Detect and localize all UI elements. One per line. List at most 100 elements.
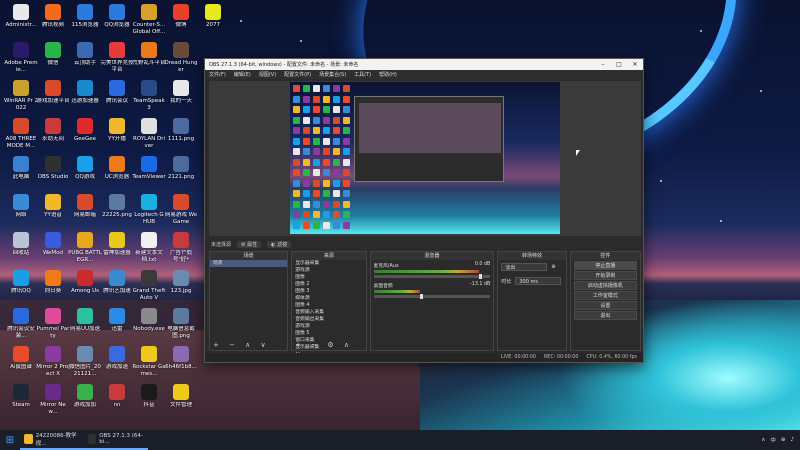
fader-knob[interactable]	[420, 294, 424, 299]
desktop-shortcut[interactable]: nn	[100, 384, 134, 426]
control-button[interactable]: 退出	[573, 311, 637, 320]
desktop-shortcut[interactable]: 腾讯会议	[100, 80, 134, 122]
desktop-shortcut[interactable]: 广告?"假号"好*	[164, 232, 198, 274]
desktop-shortcut[interactable]: WeMod	[36, 232, 70, 274]
desktop-shortcut[interactable]: QQ游戏	[68, 156, 102, 198]
source-item[interactable]: 显示器采集	[292, 260, 365, 267]
transition-add-icon[interactable]: ⊕	[551, 264, 555, 270]
desktop-shortcut[interactable]: PUBG BATTLEGR...	[68, 232, 102, 274]
desktop-shortcut[interactable]: TeamSpeak 3	[132, 80, 166, 122]
desktop-shortcut[interactable]: 回收站	[4, 232, 38, 274]
desktop-shortcut[interactable]: Dread Hunger	[164, 42, 198, 84]
desktop-shortcut[interactable]: ROYLAN Driver	[132, 118, 166, 160]
menu-item[interactable]: 工具(T)	[354, 71, 371, 78]
control-button[interactable]: 启动虚拟摄像机	[573, 281, 637, 290]
desktop-shortcut[interactable]: Steam	[4, 384, 38, 426]
desktop-shortcut[interactable]: 腾讯会议安装...	[4, 308, 38, 350]
source-item[interactable]: 图像 4	[292, 302, 365, 309]
desktop-shortcut[interactable]: Rockstar Games...	[132, 346, 166, 388]
desktop-shortcut[interactable]: 我的一天	[164, 80, 198, 122]
desktop-shortcut[interactable]: YY语音	[36, 194, 70, 236]
menu-item[interactable]: 场景集合(S)	[319, 71, 346, 78]
desktop-shortcut[interactable]: 腾讯艺加速	[100, 270, 134, 312]
desktop-shortcut[interactable]: 雷神加速器	[100, 232, 134, 274]
source-item[interactable]: 音频输出采集	[292, 316, 365, 323]
properties-button[interactable]: ⚙ 属性	[237, 240, 262, 248]
scene-item[interactable]: 场景	[210, 260, 288, 267]
desktop-shortcut[interactable]: OBS Studio	[36, 156, 70, 198]
desktop-shortcut[interactable]: Nobody.exe	[132, 308, 166, 350]
desktop-shortcut[interactable]: 游戏加速	[100, 346, 134, 388]
desktop-shortcut[interactable]: 迅游加速器	[68, 80, 102, 122]
taskbar-app[interactable]: 24220086-教学视...	[20, 430, 84, 450]
desktop-shortcut[interactable]: Counter-S... Global Off...	[132, 4, 166, 46]
menu-item[interactable]: 帮助(H)	[379, 71, 397, 78]
desktop-shortcut[interactable]: 6h46f1b8...	[164, 346, 198, 388]
desktop-shortcut[interactable]: TeamViewer	[132, 156, 166, 198]
desktop-shortcut[interactable]: Ai鼠图谱	[4, 346, 38, 388]
control-button[interactable]: 停止直播	[573, 261, 637, 270]
source-item[interactable]: 图像	[292, 274, 365, 281]
volume-fader[interactable]	[373, 274, 491, 279]
tray-icon[interactable]: ♪	[790, 437, 794, 443]
desktop-shortcut[interactable]: Logitech G HUB	[132, 194, 166, 236]
start-button-icon[interactable]: ⊞	[0, 435, 20, 446]
taskbar-app[interactable]: OBS 27.1.3 (64-bi...	[84, 430, 148, 450]
desktop-shortcut[interactable]: QQ浏览器	[100, 4, 134, 46]
transition-select[interactable]: 淡出	[501, 263, 548, 271]
source-item[interactable]: 音频输入采集	[292, 309, 365, 316]
desktop-shortcut[interactable]: Mirror 2 Project X	[36, 346, 70, 388]
sources-dock-controls[interactable]: + − ⚙ ∧ ∨	[292, 341, 365, 358]
desktop-shortcut[interactable]: 游戏加速平台	[36, 80, 70, 122]
desktop-shortcut[interactable]: 2077	[196, 4, 230, 46]
desktop-shortcut[interactable]: 网易UU加速	[68, 308, 102, 350]
desktop-shortcut[interactable]: 抖音	[132, 384, 166, 426]
menu-item[interactable]: 视图(V)	[259, 71, 276, 78]
source-item[interactable]: 媒体源	[292, 295, 365, 302]
desktop-shortcut[interactable]: Grand Theft Auto V	[132, 270, 166, 312]
desktop-shortcut[interactable]: 1111.png	[164, 118, 198, 160]
desktop-shortcut[interactable]: 荒野乱斗平台	[132, 42, 166, 84]
desktop-shortcut[interactable]: Mirror New...	[36, 384, 70, 426]
maximize-button[interactable]: □	[611, 61, 627, 68]
desktop-shortcut[interactable]: Adobe Premie...	[4, 42, 38, 84]
desktop-shortcut[interactable]: 微信图片_2021121...	[68, 346, 102, 388]
desktop-shortcut[interactable]: 微博	[164, 4, 198, 46]
source-item[interactable]: 图像 2	[292, 281, 365, 288]
desktop-shortcut[interactable]: Administr...	[4, 4, 38, 46]
fader-knob[interactable]	[478, 274, 482, 279]
control-button[interactable]: 设置	[573, 301, 637, 310]
tray-icon[interactable]: ⊕	[781, 437, 786, 443]
source-item[interactable]: 图像 5	[292, 330, 365, 337]
source-item[interactable]: 图像 3	[292, 288, 365, 295]
menu-item[interactable]: 编辑(E)	[234, 71, 251, 78]
desktop-shortcut[interactable]: 网络	[4, 194, 38, 236]
desktop-shortcut[interactable]: 永劫无间	[36, 118, 70, 160]
desktop-shortcut[interactable]: YY开播	[100, 118, 134, 160]
desktop-shortcut[interactable]: Pummel Party	[36, 308, 70, 350]
desktop-shortcut[interactable]: UC浏览器	[100, 156, 134, 198]
close-button[interactable]: ✕	[627, 61, 643, 68]
source-item[interactable]: 游戏源	[292, 267, 365, 274]
desktop-shortcut[interactable]: 115浏览器	[68, 4, 102, 46]
duration-input[interactable]: 300 ms	[515, 277, 562, 285]
desktop-shortcut[interactable]: 2121.png	[164, 156, 198, 198]
desktop-shortcut[interactable]: 文件管理	[164, 384, 198, 426]
desktop-shortcut[interactable]: 向日葵	[36, 270, 70, 312]
desktop-shortcut[interactable]: 22225.png	[100, 194, 134, 236]
desktop-shortcut[interactable]: 此电脑	[4, 156, 38, 198]
desktop-shortcut[interactable]: 云顶助手	[68, 42, 102, 84]
desktop-shortcut[interactable]: A08 THREE MODE M...	[4, 118, 38, 160]
menu-item[interactable]: 配置文件(P)	[284, 71, 311, 78]
control-button[interactable]: 工作室模式	[573, 291, 637, 300]
source-item[interactable]: 游戏源	[292, 323, 365, 330]
desktop-shortcut[interactable]: GeeGee	[68, 118, 102, 160]
desktop-shortcut[interactable]: 网易邮箱	[68, 194, 102, 236]
volume-fader[interactable]	[373, 294, 491, 299]
desktop-shortcut[interactable]: 电脑信息截图.png	[164, 308, 198, 350]
filters-button[interactable]: ◐ 滤镜	[267, 240, 292, 248]
tray-icon[interactable]: ∧	[761, 437, 765, 443]
obs-preview[interactable]	[209, 81, 641, 236]
desktop-shortcut[interactable]: 完美世界竞技平台	[100, 42, 134, 84]
desktop-shortcut[interactable]: Among Us	[68, 270, 102, 312]
